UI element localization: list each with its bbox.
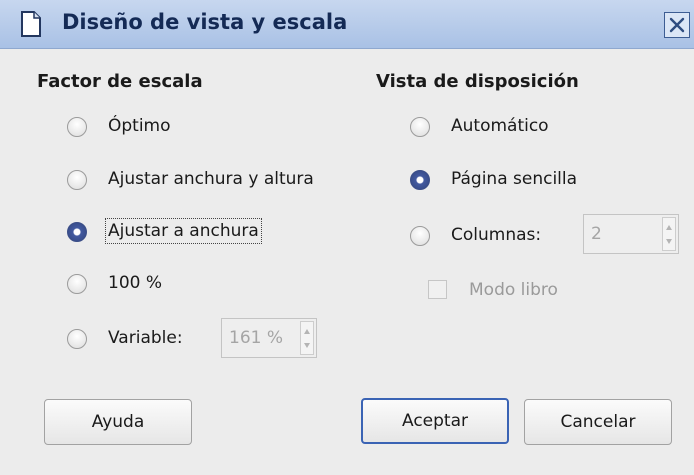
radio-button[interactable] [410,170,430,190]
book-mode-label: Modo libro [469,280,558,300]
ok-button[interactable]: Aceptar [361,398,509,444]
radio-label: Variable: [108,328,183,348]
radio-button[interactable] [67,329,87,349]
radio-button[interactable] [67,117,87,137]
radio-label: Página sencilla [451,169,578,189]
radio-label: Columnas: [451,225,542,245]
layout-view-heading: Vista de disposición [376,71,579,92]
book-mode-checkbox[interactable] [428,280,447,299]
spin-down-icon[interactable] [304,343,310,348]
radio-label: Ajustar anchura y altura [108,169,314,189]
dialog-title: Diseño de vista y escala [62,10,348,34]
radio-button[interactable] [67,170,87,190]
radio-label: Automático [451,116,549,136]
radio-button[interactable] [67,222,87,242]
variable-zoom-value[interactable]: 161 % [229,328,283,348]
spinner-arrows[interactable] [662,217,676,251]
variable-zoom-spinner[interactable]: 161 % [221,318,317,358]
columns-spinner[interactable]: 2 [583,214,679,254]
radio-label: Ajustar a anchura [105,218,262,244]
dialog-titlebar[interactable]: Diseño de vista y escala [0,0,694,49]
help-button[interactable]: Ayuda [44,399,192,445]
cancel-button[interactable]: Cancelar [524,399,672,445]
radio-button[interactable] [410,226,430,246]
scale-factor-heading: Factor de escala [37,71,203,92]
radio-label: Óptimo [108,116,171,136]
document-icon [20,11,42,37]
spin-up-icon[interactable] [666,225,672,230]
radio-label: 100 % [108,273,163,293]
radio-button[interactable] [410,117,430,137]
spinner-arrows[interactable] [300,321,314,355]
close-icon[interactable] [664,12,690,38]
spin-up-icon[interactable] [304,329,310,334]
columns-value[interactable]: 2 [591,224,602,244]
radio-button[interactable] [67,274,87,294]
spin-down-icon[interactable] [666,239,672,244]
